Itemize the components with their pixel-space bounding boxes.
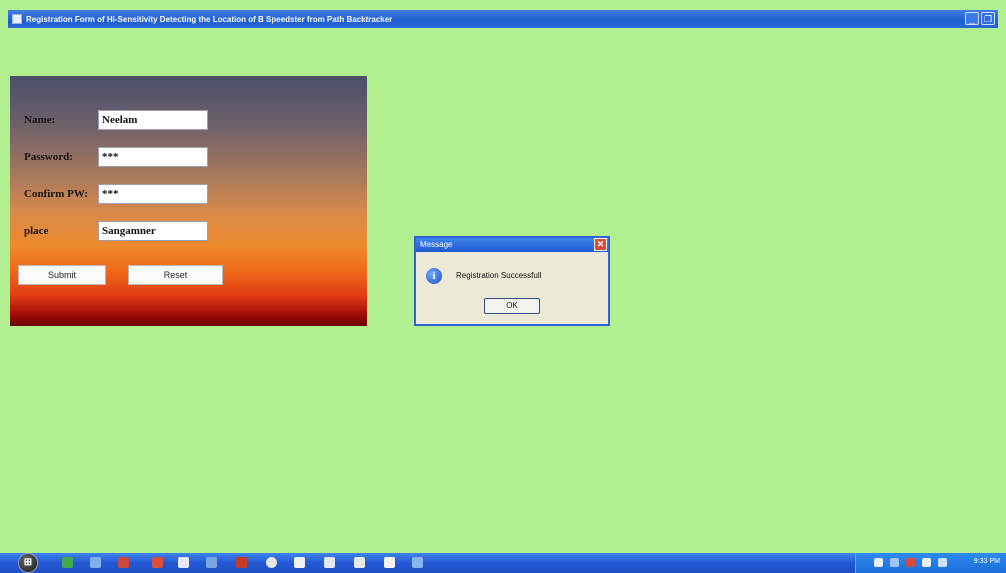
window-icon-1[interactable] bbox=[294, 557, 305, 568]
app-icon bbox=[12, 14, 22, 24]
password-input[interactable]: *** bbox=[98, 147, 208, 167]
confirm-password-row: Confirm PW: *** bbox=[24, 183, 208, 205]
message-dialog: Message ✕ i Registration Successfull OK bbox=[414, 236, 610, 326]
window-icon-3[interactable] bbox=[354, 557, 365, 568]
place-label: place bbox=[24, 225, 49, 237]
dialog-title-bar[interactable]: Message ✕ bbox=[416, 238, 608, 252]
confirm-password-label: Confirm PW: bbox=[24, 188, 88, 200]
submit-button[interactable]: Submit bbox=[18, 265, 106, 285]
chrome-icon[interactable] bbox=[266, 557, 277, 568]
registration-form-panel: Name: Neelam Password: *** Confirm PW: *… bbox=[10, 76, 367, 326]
dialog-message: Registration Successfull bbox=[456, 271, 542, 280]
app-icon-4[interactable] bbox=[236, 557, 247, 568]
office-icon[interactable] bbox=[152, 557, 163, 568]
restore-button[interactable]: ❐ bbox=[981, 12, 995, 25]
place-input[interactable]: Sangamner bbox=[98, 221, 208, 241]
minimize-button[interactable]: _ bbox=[965, 12, 979, 25]
network-icon[interactable] bbox=[922, 558, 931, 567]
app-icon-2[interactable] bbox=[178, 557, 189, 568]
name-label: Name: bbox=[24, 114, 56, 126]
dialog-title: Message bbox=[420, 240, 453, 249]
tray-icon-1[interactable] bbox=[874, 558, 883, 567]
reset-button[interactable]: Reset bbox=[128, 265, 223, 285]
confirm-password-input[interactable]: *** bbox=[98, 184, 208, 204]
system-tray: 9:33 PM bbox=[855, 553, 1006, 573]
window-icon-2[interactable] bbox=[324, 557, 335, 568]
info-icon: i bbox=[426, 268, 442, 284]
taskbar: ⊞ 9:33 PM bbox=[0, 553, 1006, 573]
ie-icon[interactable] bbox=[62, 557, 73, 568]
window-title: Registration Form of Hi-Sensitivity Dete… bbox=[26, 14, 393, 24]
folder-icon[interactable] bbox=[90, 557, 101, 568]
tray-icon-3[interactable] bbox=[906, 558, 915, 567]
start-button[interactable]: ⊞ bbox=[18, 553, 38, 573]
window-icon-4[interactable] bbox=[384, 557, 395, 568]
window-icon-5[interactable] bbox=[412, 557, 423, 568]
ok-button[interactable]: OK bbox=[484, 298, 540, 314]
media-icon[interactable] bbox=[118, 557, 129, 568]
password-row: Password: *** bbox=[24, 146, 208, 168]
app-icon-3[interactable] bbox=[206, 557, 217, 568]
window-title-bar[interactable]: Registration Form of Hi-Sensitivity Dete… bbox=[8, 10, 998, 28]
tray-icon-2[interactable] bbox=[890, 558, 899, 567]
close-icon[interactable]: ✕ bbox=[594, 238, 607, 251]
name-row: Name: Neelam bbox=[24, 109, 208, 131]
name-input[interactable]: Neelam bbox=[98, 110, 208, 130]
clock[interactable]: 9:33 PM bbox=[974, 558, 1000, 565]
window-controls: _ ❐ bbox=[965, 12, 995, 25]
volume-icon[interactable] bbox=[938, 558, 947, 567]
place-row: place Sangamner bbox=[24, 220, 208, 242]
password-label: Password: bbox=[24, 151, 73, 163]
